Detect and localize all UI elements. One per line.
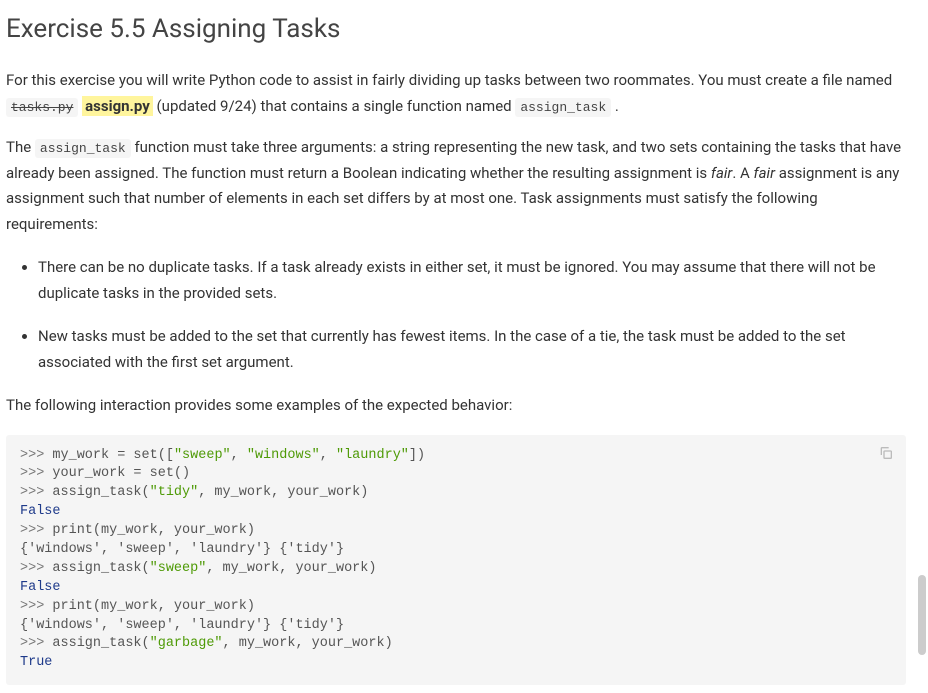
page-title: Exercise 5.5 Assigning Tasks [6,14,906,44]
code-text: assign_task( [52,636,149,651]
text: (updated 9/24) that contains a single fu… [157,97,516,115]
code-text: print(my_work, your_work) [52,523,255,538]
prompt: >>> [20,448,52,463]
code-text: , my_work, your_work) [223,636,393,651]
string-literal: "sweep" [174,448,231,463]
list-item: There can be no duplicate tasks. If a ta… [38,255,906,306]
function-name-code: assign_task [35,139,131,158]
examples-lead: The following interaction provides some … [6,393,906,419]
new-filename: assign.py [82,96,153,116]
code-text: , my_work, your_work) [206,561,376,576]
prompt: >>> [20,599,52,614]
text: For this exercise you will write Python … [6,71,892,89]
code-example: >>> my_work = set(["sweep", "windows", "… [6,435,906,686]
code-text: your_work = set() [52,466,190,481]
string-literal: "windows" [247,448,320,463]
string-literal: "laundry" [336,448,409,463]
intro-paragraph-2: The assign_task function must take three… [6,135,906,237]
code-text: , [231,448,247,463]
code-text: print(my_work, your_work) [52,599,255,614]
text: . [615,97,619,115]
old-filename: tasks.py [6,98,78,117]
requirements-list: There can be no duplicate tasks. If a ta… [6,255,906,375]
copy-icon[interactable] [878,445,894,461]
string-literal: "sweep" [150,561,207,576]
prompt: >>> [20,485,52,500]
code-text: , [320,448,336,463]
list-item: New tasks must be added to the set that … [38,324,906,375]
prompt: >>> [20,466,52,481]
exercise-content: Exercise 5.5 Assigning Tasks For this ex… [6,14,906,685]
code-text: assign_task( [52,485,149,500]
prompt: >>> [20,523,52,538]
code-text: my_work = set([ [52,448,174,463]
string-literal: "garbage" [150,636,223,651]
code-text: assign_task( [52,561,149,576]
prompt: >>> [20,636,52,651]
function-name-code: assign_task [515,98,611,117]
fair-word: fair [754,164,775,182]
string-literal: "tidy" [150,485,199,500]
output-text: {'windows', 'sweep', 'laundry'} {'tidy'} [20,618,344,633]
prompt: >>> [20,561,52,576]
text: . A [732,164,753,182]
fair-word: fair [711,164,732,182]
code-text: ]) [409,448,425,463]
intro-paragraph-1: For this exercise you will write Python … [6,68,906,119]
output-text: {'windows', 'sweep', 'laundry'} {'tidy'} [20,542,344,557]
boolean-literal: False [20,504,61,519]
boolean-literal: False [20,580,61,595]
text: The [6,138,35,156]
code-text: , my_work, your_work) [198,485,368,500]
scrollbar-thumb[interactable] [918,575,926,655]
